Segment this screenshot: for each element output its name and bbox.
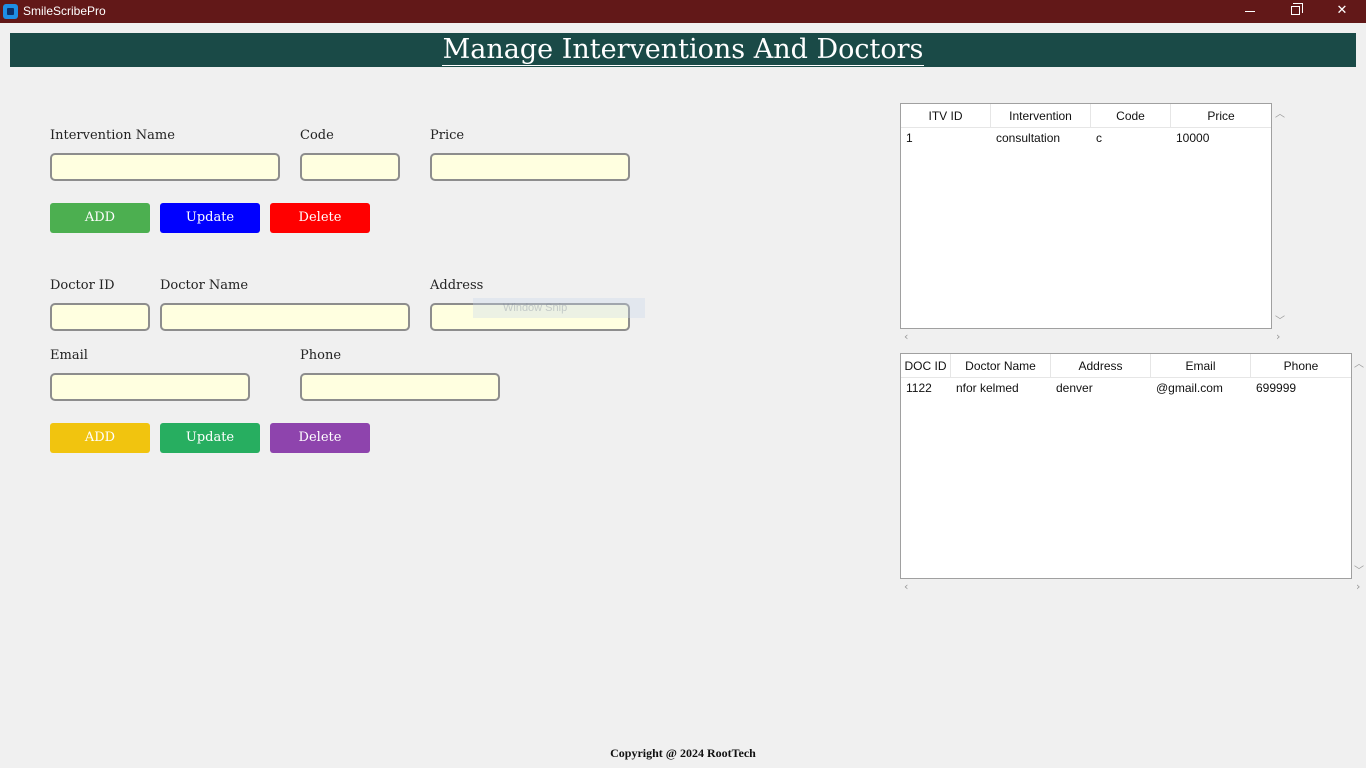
table-cell: 1122 [906, 381, 932, 395]
doctors-vertical-scrollbar[interactable]: ︿ ﹀ [1352, 353, 1366, 579]
window-titlebar[interactable]: SmileScribePro ✕ [0, 0, 1366, 23]
table-cell: 10000 [1176, 131, 1210, 145]
interventions-table[interactable]: ITV ID Intervention Code Price 1 consult… [900, 103, 1272, 329]
interventions-vertical-scrollbar[interactable]: ︿ ﹀ [1272, 103, 1288, 329]
scroll-left-icon[interactable]: ‹ [904, 580, 908, 593]
scroll-right-icon[interactable]: › [1356, 580, 1360, 593]
scroll-up-icon[interactable]: ︿ [1352, 355, 1366, 370]
scroll-down-icon[interactable]: ﹀ [1272, 312, 1288, 327]
intervention-price-input[interactable] [430, 153, 630, 181]
doctor-name-label: Doctor Name [160, 278, 249, 293]
column-header[interactable]: DOC ID [901, 354, 951, 378]
table-cell: @gmail.com [1156, 381, 1223, 395]
column-header[interactable]: Address [1051, 354, 1151, 378]
scroll-right-icon[interactable]: › [1276, 330, 1280, 343]
doctor-name-input[interactable] [160, 303, 410, 331]
column-header[interactable]: Intervention [991, 104, 1091, 128]
table-cell: denver [1056, 381, 1093, 395]
delete-doctor-button[interactable]: Delete [270, 423, 370, 453]
doctor-email-label: Email [50, 348, 88, 363]
intervention-code-label: Code [300, 128, 334, 143]
table-cell: c [1096, 131, 1102, 145]
minimize-icon [1245, 11, 1255, 12]
doctor-id-input[interactable] [50, 303, 150, 331]
column-header[interactable]: ITV ID [901, 104, 991, 128]
app-icon [3, 4, 18, 19]
doctor-address-label: Address [430, 278, 484, 293]
column-header[interactable]: Email [1151, 354, 1251, 378]
doctor-phone-input[interactable] [300, 373, 500, 401]
maximize-button[interactable] [1273, 0, 1319, 23]
table-row[interactable]: 1122 nfor kelmed denver @gmail.com 69999… [901, 378, 1351, 398]
add-intervention-button[interactable]: ADD [50, 203, 150, 233]
table-cell: nfor kelmed [956, 381, 1019, 395]
page-title: Manage Interventions And Doctors [441, 34, 925, 66]
doctor-phone-label: Phone [300, 348, 342, 363]
table-header: DOC ID Doctor Name Address Email Phone [901, 354, 1351, 378]
close-button[interactable]: ✕ [1319, 0, 1365, 23]
window-snip-overlay: Window Snip [473, 298, 645, 318]
scroll-up-icon[interactable]: ︿ [1272, 105, 1288, 120]
intervention-code-input[interactable] [300, 153, 400, 181]
intervention-price-label: Price [430, 128, 465, 143]
window-title: SmileScribePro [23, 4, 106, 18]
add-doctor-button[interactable]: ADD [50, 423, 150, 453]
interventions-horizontal-scrollbar[interactable]: ‹ › [900, 329, 1288, 345]
close-icon: ✕ [1336, 3, 1348, 18]
column-header[interactable]: Price [1171, 104, 1271, 128]
page-header: Manage Interventions And Doctors [10, 33, 1356, 67]
column-header[interactable]: Doctor Name [951, 354, 1051, 378]
footer-copyright: Copyright @ 2024 RootTech [610, 746, 756, 760]
column-header[interactable]: Code [1091, 104, 1171, 128]
update-doctor-button[interactable]: Update [160, 423, 260, 453]
restore-icon [1291, 3, 1303, 15]
intervention-name-label: Intervention Name [50, 128, 175, 143]
table-cell: consultation [996, 131, 1061, 145]
minimize-button[interactable] [1227, 0, 1273, 23]
scroll-left-icon[interactable]: ‹ [904, 330, 908, 343]
doctors-horizontal-scrollbar[interactable]: ‹ › [900, 579, 1366, 595]
column-header[interactable]: Phone [1251, 354, 1351, 378]
delete-intervention-button[interactable]: Delete [270, 203, 370, 233]
doctors-table[interactable]: DOC ID Doctor Name Address Email Phone 1… [900, 353, 1352, 579]
doctor-id-label: Doctor ID [50, 278, 115, 293]
table-cell: 1 [906, 131, 913, 145]
doctor-email-input[interactable] [50, 373, 250, 401]
update-intervention-button[interactable]: Update [160, 203, 260, 233]
table-header: ITV ID Intervention Code Price [901, 104, 1271, 128]
intervention-name-input[interactable] [50, 153, 280, 181]
table-cell: 699999 [1256, 381, 1297, 395]
table-row[interactable]: 1 consultation c 10000 [901, 128, 1271, 148]
scroll-down-icon[interactable]: ﹀ [1352, 562, 1366, 577]
